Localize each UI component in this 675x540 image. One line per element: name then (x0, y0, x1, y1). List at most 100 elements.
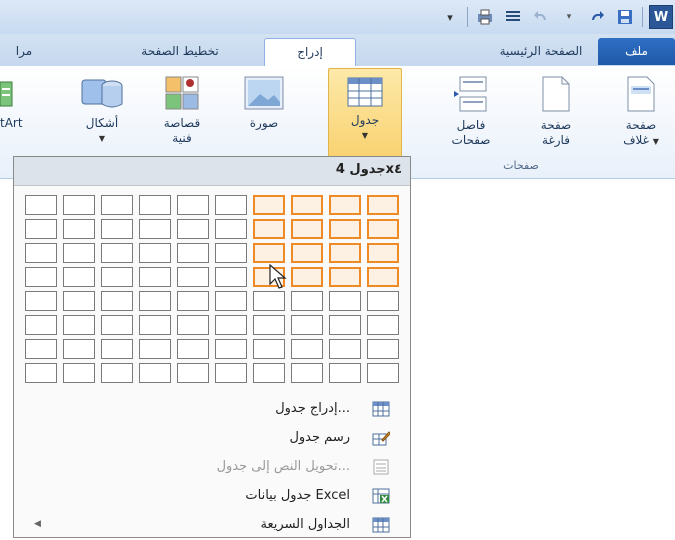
tab-home[interactable]: الصفحة الرئيسية (485, 38, 597, 65)
table-grid-cell[interactable] (291, 267, 323, 287)
table-grid-cell[interactable] (63, 195, 95, 215)
table-grid-cell[interactable] (215, 339, 247, 359)
table-grid-cell[interactable] (139, 195, 171, 215)
picture-button[interactable]: صورة (232, 66, 296, 131)
blank-page-button[interactable]: صفحة فارغة (521, 66, 591, 148)
smartart-button[interactable]: tArt (0, 66, 48, 131)
table-grid-cell[interactable] (367, 219, 399, 239)
table-grid-cell[interactable] (253, 219, 285, 239)
menu-item-insert-table[interactable]: إدراج جدول... (14, 395, 410, 424)
table-grid-cell[interactable] (25, 195, 57, 215)
table-grid-cell[interactable] (101, 195, 133, 215)
shapes-button[interactable]: أشكال ▼ (70, 66, 134, 146)
table-button[interactable]: جدول ▼ (328, 68, 402, 158)
redo-icon[interactable] (586, 6, 608, 28)
table-grid-cell[interactable] (215, 315, 247, 335)
table-grid-cell[interactable] (291, 195, 323, 215)
cover-page-button[interactable]: صفحة غلاف ▼ (606, 66, 675, 149)
table-grid-cell[interactable] (177, 291, 209, 311)
table-grid-cell[interactable] (367, 339, 399, 359)
menu-item-excel-spreadsheet[interactable]: جدول بيانات Excel (14, 482, 410, 511)
table-grid-cell[interactable] (329, 315, 361, 335)
table-grid-cell[interactable] (63, 243, 95, 263)
table-grid-cell[interactable] (367, 195, 399, 215)
tab-file[interactable]: ملف (598, 38, 675, 65)
tab-page-layout[interactable]: تخطيط الصفحة (105, 38, 255, 65)
table-grid-cell[interactable] (367, 291, 399, 311)
table-grid-cell[interactable] (25, 315, 57, 335)
table-grid-cell[interactable] (25, 339, 57, 359)
table-grid-cell[interactable] (215, 291, 247, 311)
table-grid-cell[interactable] (63, 339, 95, 359)
table-grid-cell[interactable] (101, 243, 133, 263)
table-grid-cell[interactable] (63, 291, 95, 311)
table-grid-cell[interactable] (367, 363, 399, 383)
table-grid-cell[interactable] (329, 243, 361, 263)
table-grid[interactable] (22, 185, 402, 393)
table-grid-cell[interactable] (101, 363, 133, 383)
table-grid-cell[interactable] (329, 195, 361, 215)
table-grid-cell[interactable] (101, 339, 133, 359)
table-grid-cell[interactable] (215, 267, 247, 287)
table-grid-cell[interactable] (253, 291, 285, 311)
table-grid-cell[interactable] (329, 291, 361, 311)
table-grid-cell[interactable] (367, 267, 399, 287)
table-grid-cell[interactable] (101, 315, 133, 335)
table-grid-cell[interactable] (291, 291, 323, 311)
table-grid-cell[interactable] (215, 219, 247, 239)
table-grid-cell[interactable] (253, 363, 285, 383)
table-grid-cell[interactable] (291, 339, 323, 359)
table-grid-cell[interactable] (139, 363, 171, 383)
table-grid-cell[interactable] (63, 267, 95, 287)
word-logo-icon[interactable]: W (649, 5, 673, 29)
table-grid-cell[interactable] (253, 243, 285, 263)
clip-art-button[interactable]: قصاصة فنية (150, 66, 214, 146)
table-grid-cell[interactable] (177, 363, 209, 383)
table-grid-cell[interactable] (25, 291, 57, 311)
customize-qat-icon[interactable]: ▾ (439, 6, 461, 28)
table-grid-cell[interactable] (291, 315, 323, 335)
table-grid-cell[interactable] (367, 243, 399, 263)
table-grid-cell[interactable] (139, 267, 171, 287)
table-grid-cell[interactable] (253, 315, 285, 335)
table-grid-cell[interactable] (177, 243, 209, 263)
table-grid-cell[interactable] (215, 243, 247, 263)
table-grid-cell[interactable] (329, 219, 361, 239)
table-grid-cell[interactable] (329, 267, 361, 287)
table-grid-cell[interactable] (291, 243, 323, 263)
table-grid-cell[interactable] (177, 315, 209, 335)
table-grid-cell[interactable] (329, 363, 361, 383)
table-grid-cell[interactable] (139, 219, 171, 239)
save-icon[interactable] (614, 6, 636, 28)
align-icon[interactable] (502, 6, 524, 28)
print-preview-icon[interactable] (474, 6, 496, 28)
table-grid-cell[interactable] (291, 363, 323, 383)
table-grid-cell[interactable] (139, 339, 171, 359)
table-grid-cell[interactable] (177, 195, 209, 215)
table-grid-cell[interactable] (25, 219, 57, 239)
table-grid-cell[interactable] (63, 315, 95, 335)
chevron-down-icon[interactable]: ▾ (558, 6, 580, 28)
table-grid-cell[interactable] (25, 267, 57, 287)
table-grid-cell[interactable] (63, 219, 95, 239)
table-grid-cell[interactable] (329, 339, 361, 359)
table-grid-cell[interactable] (139, 243, 171, 263)
table-grid-cell[interactable] (177, 339, 209, 359)
table-grid-cell[interactable] (63, 363, 95, 383)
table-grid-cell[interactable] (139, 291, 171, 311)
table-grid-cell[interactable] (177, 219, 209, 239)
table-grid-cell[interactable] (101, 291, 133, 311)
table-grid-cell[interactable] (253, 195, 285, 215)
table-grid-cell[interactable] (25, 243, 57, 263)
table-grid-cell[interactable] (291, 219, 323, 239)
menu-item-draw-table[interactable]: رسم جدول (14, 424, 410, 453)
undo-icon[interactable] (530, 6, 552, 28)
tab-insert[interactable]: إدراج (264, 38, 356, 67)
table-grid-cell[interactable] (177, 267, 209, 287)
page-break-button[interactable]: فاصل صفحات (436, 66, 506, 148)
table-grid-cell[interactable] (215, 195, 247, 215)
table-grid-cell[interactable] (215, 363, 247, 383)
table-grid-cell[interactable] (139, 315, 171, 335)
table-grid-cell[interactable] (25, 363, 57, 383)
table-grid-cell[interactable] (101, 219, 133, 239)
